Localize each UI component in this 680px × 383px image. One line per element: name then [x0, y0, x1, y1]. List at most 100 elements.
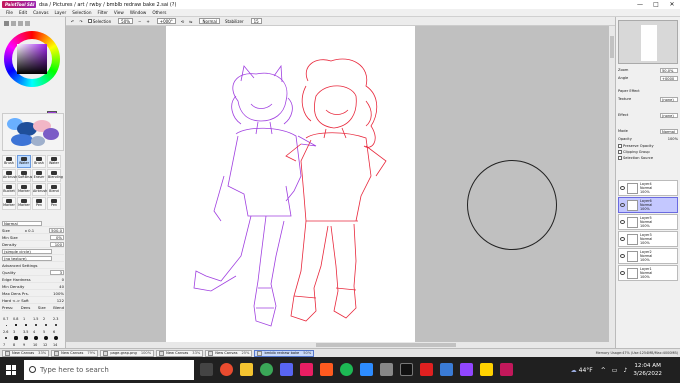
paper-texture-row[interactable]: Texture (none) [618, 96, 678, 102]
visibility-eye-icon[interactable] [620, 220, 625, 224]
network-icon[interactable]: ▭ [612, 367, 618, 374]
minimize-button[interactable]: — [632, 0, 648, 9]
zoom-out-icon[interactable]: − [138, 19, 141, 24]
visibility-eye-icon[interactable] [620, 271, 625, 275]
hard-soft-row[interactable]: Hard <-> Soft 122 [2, 297, 64, 304]
zoom-select[interactable]: 50% [116, 18, 134, 24]
spotify-icon[interactable] [340, 363, 353, 376]
menu-window[interactable]: Window [130, 10, 147, 15]
paint-app-icon[interactable] [300, 363, 313, 376]
maximize-button[interactable]: □ [648, 0, 664, 9]
selection-source-option[interactable]: Selection Source [618, 155, 678, 161]
close-button[interactable]: ✕ [664, 0, 680, 9]
document-tab[interactable]: New Canvas 33% [156, 349, 204, 357]
tool-marker[interactable]: Marker [2, 197, 16, 210]
browser-icon[interactable] [220, 363, 233, 376]
brush-size-preset[interactable] [54, 323, 58, 327]
redo-icon[interactable]: ↷ [79, 19, 82, 24]
tool-pen[interactable]: Pen [47, 197, 61, 210]
navigator-preview[interactable] [618, 20, 678, 64]
color-sv-picker[interactable] [17, 44, 47, 74]
tool-pen[interactable]: Pen [32, 197, 46, 210]
tray-chevron-icon[interactable]: ^ [601, 367, 606, 374]
windows-start-icon[interactable] [6, 365, 16, 375]
brush-size-preset[interactable] [4, 336, 8, 340]
drawing-canvas[interactable] [166, 26, 415, 344]
undo-icon[interactable]: ↶ [71, 19, 74, 24]
wheel-mode-icon[interactable] [4, 21, 9, 26]
paper-effect-row[interactable]: Effect (none) [618, 112, 678, 118]
max-dens-row[interactable]: Max Dens Prs. 100% [2, 290, 64, 297]
brush-size-preset[interactable] [15, 324, 17, 326]
zoom-in-icon[interactable]: + [146, 19, 149, 24]
menu-filter[interactable]: Filter [98, 10, 108, 15]
weather-icon[interactable]: ☁ [571, 367, 577, 374]
shape-select[interactable]: (simple circle) [2, 248, 64, 255]
tool-airbrush[interactable]: Airbrush [32, 183, 47, 196]
tool-bucket[interactable]: Bucket [2, 183, 16, 196]
twitch-icon[interactable] [460, 363, 473, 376]
menu-layer[interactable]: Layer [55, 10, 67, 15]
scroll-thumb[interactable] [316, 343, 456, 347]
mode-select[interactable]: Normal [197, 18, 220, 24]
sai-app-icon[interactable] [500, 363, 513, 376]
brush-size-preset[interactable] [24, 336, 28, 340]
menu-edit[interactable]: Edit [19, 10, 27, 15]
selection-checkbox[interactable] [87, 19, 92, 23]
min-density-row[interactable]: Min Density 40 [2, 283, 64, 290]
scroll-thumb[interactable] [610, 36, 614, 58]
layer-mode-row[interactable]: Mode Normal [618, 128, 678, 134]
steam-icon[interactable] [400, 363, 413, 376]
scratchpad[interactable] [2, 113, 64, 151]
layer-item[interactable]: Layer5 Normal 100% [618, 214, 678, 230]
brush-size-preset[interactable] [14, 336, 18, 340]
visibility-eye-icon[interactable] [620, 203, 625, 207]
advanced-settings-toggle[interactable]: Advanced Settings [2, 262, 64, 269]
app-icon[interactable] [480, 363, 493, 376]
brush-size-preset[interactable] [5, 324, 7, 326]
volume-icon[interactable]: ♪ [623, 367, 627, 374]
min-size-row[interactable]: Min Size 0% [2, 234, 64, 241]
weather-temp[interactable]: 44°F [579, 367, 593, 374]
visibility-eye-icon[interactable] [620, 186, 625, 190]
edge-hardness-row[interactable]: Edge Hardness 0 [2, 276, 64, 283]
tool-softbrush[interactable]: SoftBrush [17, 169, 34, 182]
pressure-row[interactable]: Press: Dens Size Blend [2, 304, 64, 311]
tool-airbrush[interactable]: Airbrush [2, 169, 17, 182]
menu-selection[interactable]: Selection [72, 10, 91, 15]
tool-brush[interactable]: Brush [2, 155, 16, 168]
brush-size-preset[interactable] [34, 336, 38, 340]
brush-size-preset[interactable] [44, 336, 48, 340]
blend-mode-row[interactable]: Normal [2, 220, 64, 227]
texture-select[interactable]: (no texture) [2, 255, 64, 262]
layer-item[interactable]: Layer1 Normal 100% [618, 265, 678, 281]
stabilizer-select[interactable]: 15 [249, 18, 262, 24]
rotate-icon[interactable]: ⟲ [181, 19, 184, 24]
density-row[interactable]: Density 100 [2, 241, 64, 248]
tool-marker[interactable]: Marker [17, 183, 31, 196]
layer-item[interactable]: Layer3 Normal 100% [618, 231, 678, 247]
document-tab[interactable]: New Canvas 79% [51, 349, 99, 357]
menu-file[interactable]: File [6, 10, 13, 15]
size-row[interactable]: Size x 0.1 500.0 [2, 227, 64, 234]
paper-effect-header[interactable]: Paper Effect [618, 88, 678, 94]
tool-blending[interactable]: Blending [47, 169, 63, 182]
brush-size-preset[interactable] [44, 323, 48, 327]
layer-item[interactable]: Layer2 Normal 100% [618, 248, 678, 264]
brush-size-preset[interactable] [53, 335, 59, 341]
app-icon[interactable] [380, 363, 393, 376]
tool-blend[interactable]: Blend [47, 183, 61, 196]
file-explorer-icon[interactable] [240, 363, 253, 376]
tool-eraser[interactable]: Eraser [32, 169, 46, 182]
visibility-eye-icon[interactable] [620, 254, 625, 258]
hsv-mode-icon[interactable] [18, 21, 23, 26]
zoom-icon[interactable] [360, 363, 373, 376]
quality-row[interactable]: Quality 3 [2, 269, 64, 276]
tool-brush[interactable]: Brush [32, 155, 46, 168]
flip-icon[interactable]: ⇋ [189, 19, 192, 24]
menu-canvas[interactable]: Canvas [33, 10, 48, 15]
app-icon[interactable] [420, 363, 433, 376]
taskbar-search[interactable]: Type here to search [24, 360, 194, 380]
layer-item[interactable]: Layer4 Normal 100% [618, 180, 678, 196]
chrome-icon[interactable] [260, 363, 273, 376]
